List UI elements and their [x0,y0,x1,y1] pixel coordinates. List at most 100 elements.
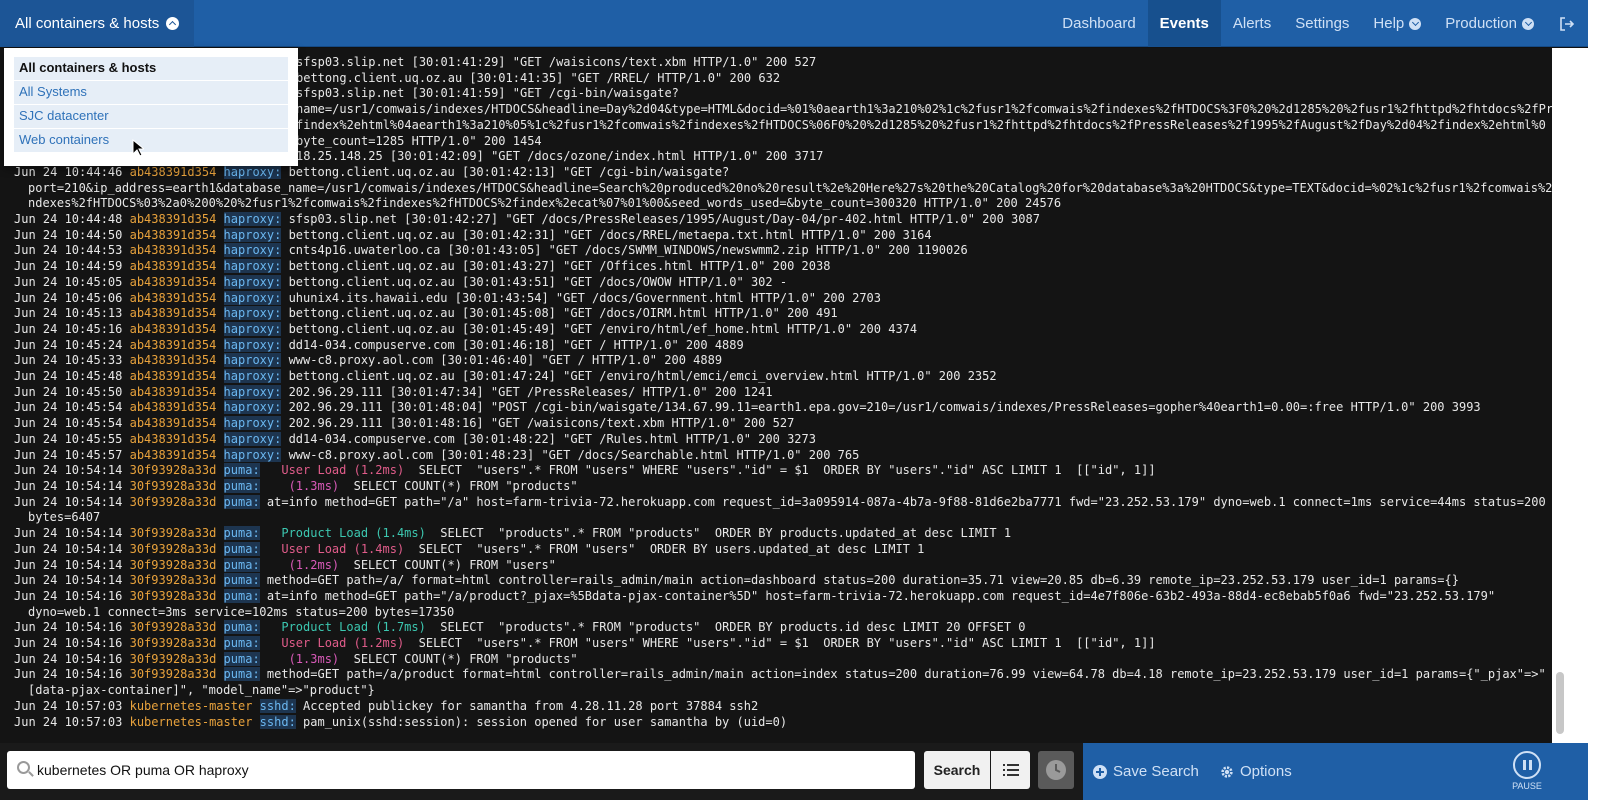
log-line: Jun 24 10:54:14 30f93928a33d puma: metho… [14,573,1552,589]
nav-production-label: Production [1445,15,1517,32]
log-timestamp: Jun 24 10:45:06 [14,290,123,305]
log-timestamp: Jun 24 10:54:14 [14,463,123,478]
log-timestamp: Jun 24 10:54:14 [14,557,123,572]
log-host: ab438391d354 [129,243,217,258]
nav-events[interactable]: Events [1147,0,1221,47]
log-message: www-c8.proxy.aol.com [30:01:48:23] "GET … [288,447,860,462]
nav-dashboard[interactable]: Dashboard [1050,0,1147,47]
log-host: ab438391d354 [129,290,217,305]
log-host: ab438391d354 [129,227,217,242]
log-line: Jun 24 10:54:14 30f93928a33d puma: (1.2m… [14,557,1552,574]
log-message-continued: [data-pjax-container]", "model_name"=>"p… [28,683,375,698]
log-message: method=GET path=/a/ format=html controll… [266,573,1459,588]
nav-production[interactable]: Production [1433,0,1546,47]
log-message: sfsp03.slip.net [30:01:41:59] "GET /cgi-… [296,86,679,101]
log-host: ab438391d354 [129,384,217,399]
chevron-up-icon [166,17,180,30]
log-host: kubernetes-master [129,714,253,729]
log-line: Jun 24 10:45:06 ab438391d354 haproxy: uh… [14,290,1552,307]
scrollbar-thumb[interactable] [1556,672,1564,734]
log-timestamp: Jun 24 10:45:24 [14,337,123,352]
log-program: puma: [223,494,260,509]
log-message: 18.25.148.25 [30:01:42:09] "GET /docs/oz… [296,149,824,164]
log-host: 30f93928a33d [129,667,217,682]
nav-settings[interactable]: Settings [1283,0,1361,47]
log-program: haproxy: [223,243,282,258]
log-timestamp: Jun 24 10:44:48 [14,212,123,227]
window-edge [1588,0,1604,800]
log-message-continued: ndexes%2fHTDOCS%03%2a0%200%20%2fusr1%2fc… [28,196,1062,211]
log-message: name=/usr1/comwais/indexes/HTDOCS&headli… [296,102,1552,117]
logout-button[interactable] [1546,0,1588,47]
log-timestamp: Jun 24 10:45:33 [14,353,123,368]
mouse-cursor-icon [132,139,144,157]
system-selector-button[interactable]: All containers & hosts [0,0,195,47]
log-sql-tag: User Load (1.2ms) [266,636,405,651]
nav-alerts[interactable]: Alerts [1221,0,1283,47]
log-message: SELECT COUNT(*) FROM "users" [339,557,556,572]
log-program: haproxy: [223,337,282,352]
log-message: method=GET path=/a/product format=html c… [266,667,1546,682]
log-message: sfsp03.slip.net [30:01:42:27] "GET /docs… [288,212,1040,227]
nav-help[interactable]: Help [1361,0,1433,47]
list-icon [1002,764,1019,776]
log-timestamp: Jun 24 10:54:14 [14,573,123,588]
log-message-continued: port=210&ip_address=earth1&database_name… [28,180,1552,195]
log-message: SELECT "users".* FROM "users" WHERE "use… [404,636,1156,651]
log-line: Jun 24 10:45:13 ab438391d354 haproxy: be… [14,306,1552,322]
log-line: [data-pjax-container]", "model_name"=>"p… [14,683,1552,699]
log-message: SELECT COUNT(*) FROM "products" [339,478,578,493]
search-icon [17,761,30,774]
save-search-button[interactable]: Save Search [1093,743,1199,800]
log-program: puma: [223,636,260,651]
log-timestamp: Jun 24 10:44:46 [14,164,123,179]
log-timestamp: Jun 24 10:54:14 [14,478,123,493]
search-input[interactable] [37,758,897,782]
log-program: haproxy: [223,400,282,415]
log-program: haproxy: [223,321,282,336]
log-message: bettong.client.uq.oz.au [30:01:41:35] "G… [296,70,781,85]
dropdown-item-all-containers[interactable]: All containers & hosts [14,57,288,80]
system-selector-label: All containers & hosts [15,15,160,32]
options-button[interactable]: Options [1220,743,1292,800]
log-timestamp: Jun 24 10:44:50 [14,227,123,242]
log-message: bettong.client.uq.oz.au [30:01:42:13] "G… [288,164,730,179]
log-message: SELECT "products".* FROM "products" ORDE… [425,526,1012,541]
log-line: Jun 24 10:54:14 30f93928a33d puma: (1.3m… [14,478,1552,495]
log-program: haproxy: [223,306,282,321]
log-line: Jun 24 10:44:59 ab438391d354 haproxy: be… [14,259,1552,275]
scrollbar-track[interactable] [1552,48,1588,743]
clock-icon [1046,760,1066,780]
log-timestamp: Jun 24 10:54:16 [14,667,123,682]
time-picker-button[interactable] [1038,751,1074,789]
log-message: pam_unix(sshd:session): session opened f… [303,714,788,729]
log-host: 30f93928a33d [129,636,217,651]
log-timestamp: Jun 24 10:45:57 [14,447,123,462]
log-host: 30f93928a33d [129,463,217,478]
log-timestamp: Jun 24 10:45:16 [14,321,123,336]
pause-button[interactable]: PAUSE [1502,743,1552,800]
log-host: ab438391d354 [129,321,217,336]
log-host: ab438391d354 [129,259,217,274]
log-line: Jun 24 10:54:16 30f93928a33d puma: at=in… [14,588,1552,605]
search-box [7,751,915,789]
dropdown-item-web-containers[interactable]: Web containers [14,129,288,152]
dropdown-item-sjc-datacenter[interactable]: SJC datacenter [14,105,288,128]
log-sql-tag: (1.2ms) [266,557,340,572]
saved-searches-button[interactable] [991,751,1030,789]
log-timestamp: Jun 24 10:54:16 [14,588,123,603]
search-button[interactable]: Search [924,751,990,789]
log-message: bettong.client.uq.oz.au [30:01:43:51] "G… [288,274,788,289]
top-navbar: All containers & hosts Dashboard Events … [0,0,1588,47]
log-message: bettong.client.uq.oz.au [30:01:45:08] "G… [288,306,838,321]
log-program: puma: [223,651,260,666]
log-line: Jun 24 10:54:14 30f93928a33d puma: at=in… [14,494,1552,511]
log-sql-tag: User Load (1.4ms) [266,541,405,556]
log-program: haproxy: [223,227,282,242]
log-timestamp: Jun 24 10:45:54 [14,416,123,431]
dropdown-item-all-systems[interactable]: All Systems [14,81,288,104]
save-search-label: Save Search [1113,763,1199,780]
log-host: ab438391d354 [129,353,217,368]
log-line: Jun 24 10:44:50 ab438391d354 haproxy: be… [14,227,1552,244]
log-message: at=info method=GET path="/a/product?_pja… [266,588,1496,603]
